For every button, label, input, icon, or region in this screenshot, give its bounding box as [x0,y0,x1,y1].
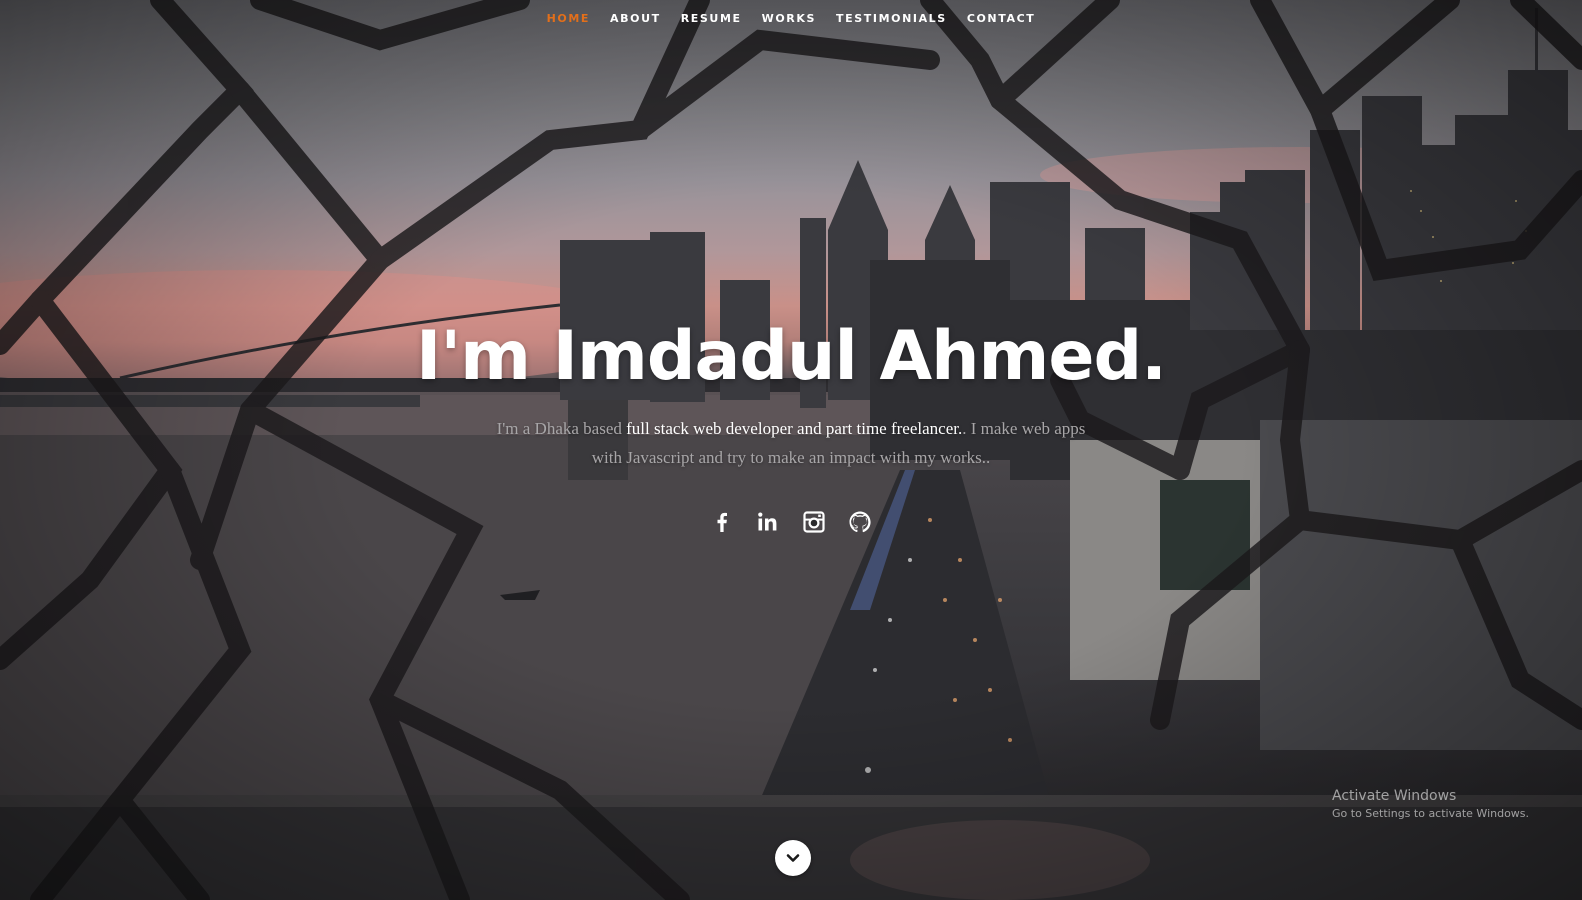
scroll-down-button[interactable] [775,840,811,876]
nav-item-contact: Contact [957,12,1046,25]
watermark-subtitle: Go to Settings to activate Windows. [1332,807,1530,820]
nav-item-works: Works [752,12,826,25]
intro-before: I'm a Dhaka based [496,419,627,439]
main-nav: Home About Resume Works Testimonials Con… [0,12,1582,25]
nav-link-works[interactable]: Works [752,12,826,25]
github-link[interactable] [848,510,872,534]
nav-list: Home About Resume Works Testimonials Con… [537,12,1046,25]
watermark-title: Activate Windows [1332,788,1457,804]
facebook-link[interactable] [710,510,734,534]
linkedin-icon [758,512,777,531]
nav-item-testimonials: Testimonials [826,12,957,25]
instagram-icon [803,511,825,533]
nav-link-testimonials[interactable]: Testimonials [826,12,957,25]
chevron-down-icon [786,854,800,862]
nav-item-home: Home [537,12,600,25]
facebook-icon [717,513,727,533]
social-links [710,510,872,534]
hero-section: Home About Resume Works Testimonials Con… [0,0,1582,900]
linkedin-link[interactable] [756,510,780,534]
nav-item-resume: Resume [671,12,752,25]
github-icon [849,511,871,533]
instagram-link[interactable] [802,510,826,534]
activate-windows-watermark: Activate Windows Go to Settings to activ… [1332,787,1529,822]
nav-item-about: About [600,12,671,25]
banner: I'm Imdadul Ahmed. I'm a Dhaka based ful… [0,317,1582,539]
intro-text: I'm a Dhaka based full stack web develop… [491,414,1091,472]
nav-link-contact[interactable]: Contact [957,12,1046,25]
headline: I'm Imdadul Ahmed. [416,317,1167,396]
nav-link-about[interactable]: About [600,12,671,25]
nav-link-home[interactable]: Home [537,12,600,25]
nav-link-resume[interactable]: Resume [671,12,752,25]
intro-highlight: full stack web developer and part time f… [626,419,963,439]
